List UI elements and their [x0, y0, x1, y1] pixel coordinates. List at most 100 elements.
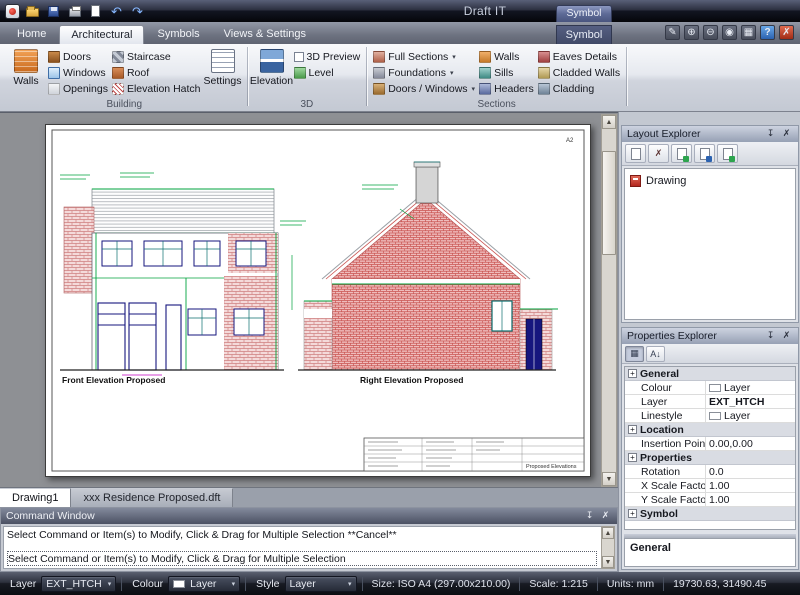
scroll-thumb[interactable]: [602, 151, 616, 255]
level-button[interactable]: Level: [292, 65, 363, 81]
properties-grid: + General Colour Layer Layer EXT_HTCH Li…: [624, 366, 796, 530]
style-label: Style: [251, 578, 284, 590]
new-layout-button[interactable]: [625, 144, 646, 163]
windows-button[interactable]: Windows: [46, 65, 110, 81]
command-line-current[interactable]: Select Command or Item(s) to Modify, Cli…: [7, 551, 597, 566]
doc-tab-residence[interactable]: xxx Residence Proposed.dft: [71, 488, 233, 507]
tab-symbols[interactable]: Symbols: [146, 25, 210, 44]
headers-button[interactable]: Headers: [477, 81, 536, 97]
colour-dropdown[interactable]: Layer ▾: [168, 576, 240, 592]
foundations-button[interactable]: Foundations▾: [371, 65, 477, 81]
cladding-icon: [538, 83, 550, 95]
grid-icon[interactable]: ▦: [741, 25, 756, 40]
expand-icon[interactable]: +: [628, 509, 637, 518]
checkbox-icon[interactable]: [294, 52, 304, 62]
eaves-details-button[interactable]: Eaves Details: [536, 49, 622, 65]
colour-swatch: [173, 580, 185, 588]
close-icon[interactable]: ✗: [780, 128, 793, 140]
delete-layout-button[interactable]: ✗: [648, 144, 669, 163]
layout-explorer-titlebar: Layout Explorer ↧ ✗: [622, 126, 798, 142]
doc-tab-drawing1[interactable]: Drawing1: [0, 488, 71, 507]
copy-layout-button[interactable]: [717, 144, 738, 163]
application-window: ↶ ↷ Draft IT Symbol Home Architectural S…: [0, 0, 800, 595]
print-icon[interactable]: [66, 3, 83, 19]
expand-icon[interactable]: +: [628, 453, 637, 462]
app-logo-icon[interactable]: [5, 4, 20, 19]
command-scrollbar[interactable]: ▲ ▼: [601, 526, 615, 569]
pin-icon[interactable]: ↧: [764, 128, 777, 140]
save-icon[interactable]: [45, 3, 62, 19]
expand-icon[interactable]: +: [628, 369, 637, 378]
drawing-viewport[interactable]: A2: [0, 112, 618, 487]
full-sections-button[interactable]: Full Sections▾: [371, 49, 477, 65]
front-elevation: Front Elevation Proposed: [60, 173, 284, 385]
sort-alphabetical-button[interactable]: A↓: [646, 346, 665, 362]
cladded-walls-button[interactable]: Cladded Walls: [536, 65, 622, 81]
scroll-up-icon[interactable]: ▲: [602, 115, 616, 129]
scroll-up-icon[interactable]: ▲: [602, 527, 614, 539]
units-readout: Units: mm: [603, 578, 658, 590]
expand-icon[interactable]: +: [628, 425, 637, 434]
style-dropdown[interactable]: Layer ▾: [285, 576, 357, 592]
vertical-scrollbar[interactable]: ▲ ▼: [601, 114, 617, 487]
command-history[interactable]: Select Command or Item(s) to Modify, Cli…: [3, 526, 615, 569]
prop-row-insertion-point[interactable]: Insertion Point 0.00,0.00: [625, 437, 795, 451]
prop-row-layer[interactable]: Layer EXT_HTCH: [625, 395, 795, 409]
prop-section-properties[interactable]: + Properties: [625, 451, 795, 465]
pan-icon[interactable]: ◉: [722, 25, 737, 40]
drawing-sheet[interactable]: A2: [45, 124, 591, 477]
help-icon[interactable]: ?: [760, 25, 775, 40]
prop-row-linestyle[interactable]: Linestyle Layer: [625, 409, 795, 423]
doors-windows-icon: [373, 83, 385, 95]
3d-preview-checkbox[interactable]: 3D Preview: [292, 49, 363, 65]
prop-section-location[interactable]: + Location: [625, 423, 795, 437]
staircase-button[interactable]: Staircase: [110, 49, 203, 65]
redo-icon[interactable]: ↷: [129, 3, 146, 19]
export-layout-button[interactable]: [671, 144, 692, 163]
zoom-in-icon[interactable]: ⊕: [684, 25, 699, 40]
open-file-icon[interactable]: [24, 3, 41, 19]
categorized-view-button[interactable]: ▦: [625, 346, 644, 362]
sills-button[interactable]: Sills: [477, 65, 536, 81]
layer-dropdown[interactable]: EXT_HTCH ▾: [41, 576, 116, 592]
elevation-hatch-button[interactable]: Elevation Hatch: [110, 81, 203, 97]
prop-row-colour[interactable]: Colour Layer: [625, 381, 795, 395]
elevation-button[interactable]: Elevation: [252, 46, 292, 87]
pin-icon[interactable]: ↧: [583, 510, 596, 522]
import-layout-button[interactable]: [694, 144, 715, 163]
prop-section-general[interactable]: + General: [625, 367, 795, 381]
prop-row-yscale[interactable]: Y Scale Factor 1.00: [625, 493, 795, 507]
undo-icon[interactable]: ↶: [108, 3, 125, 19]
openings-button[interactable]: Openings: [46, 81, 110, 97]
pin-icon[interactable]: ↧: [764, 330, 777, 342]
tab-views-settings[interactable]: Views & Settings: [213, 25, 317, 44]
doors-button[interactable]: Doors: [46, 49, 110, 65]
scroll-down-icon[interactable]: ▼: [602, 472, 616, 486]
colour-label: Colour: [127, 578, 168, 590]
close-icon[interactable]: ✗: [780, 330, 793, 342]
sills-icon: [479, 67, 491, 79]
scroll-down-icon[interactable]: ▼: [602, 556, 614, 568]
roof-button[interactable]: Roof: [110, 65, 203, 81]
walls-button[interactable]: Walls: [6, 46, 46, 87]
tab-home[interactable]: Home: [6, 25, 57, 44]
cladding-button[interactable]: Cladding: [536, 81, 622, 97]
foundations-icon: [373, 67, 385, 79]
layout-item-drawing[interactable]: Drawing: [630, 173, 790, 188]
settings-button[interactable]: Settings: [203, 46, 243, 87]
chevron-down-icon: ▾: [472, 85, 476, 93]
prop-row-xscale[interactable]: X Scale Factor 1.00: [625, 479, 795, 493]
section-doors-windows-button[interactable]: Doors / Windows▾: [371, 81, 477, 97]
close-icon[interactable]: ✗: [599, 510, 612, 522]
pencil-icon[interactable]: ✎: [665, 25, 680, 40]
tab-architectural[interactable]: Architectural: [59, 25, 144, 44]
exit-icon[interactable]: ✗: [779, 25, 794, 40]
zoom-out-icon[interactable]: ⊖: [703, 25, 718, 40]
prop-row-rotation[interactable]: Rotation 0.0: [625, 465, 795, 479]
ribbon-group-sections: Full Sections▾ Foundations▾ Doors / Wind…: [368, 44, 625, 111]
prop-section-symbol[interactable]: + Symbol: [625, 507, 795, 521]
section-walls-button[interactable]: Walls: [477, 49, 536, 65]
new-page-icon[interactable]: [87, 3, 104, 19]
tab-symbol-contextual[interactable]: Symbol: [556, 25, 612, 44]
document-tab-bar: Drawing1 xxx Residence Proposed.dft: [0, 487, 618, 507]
